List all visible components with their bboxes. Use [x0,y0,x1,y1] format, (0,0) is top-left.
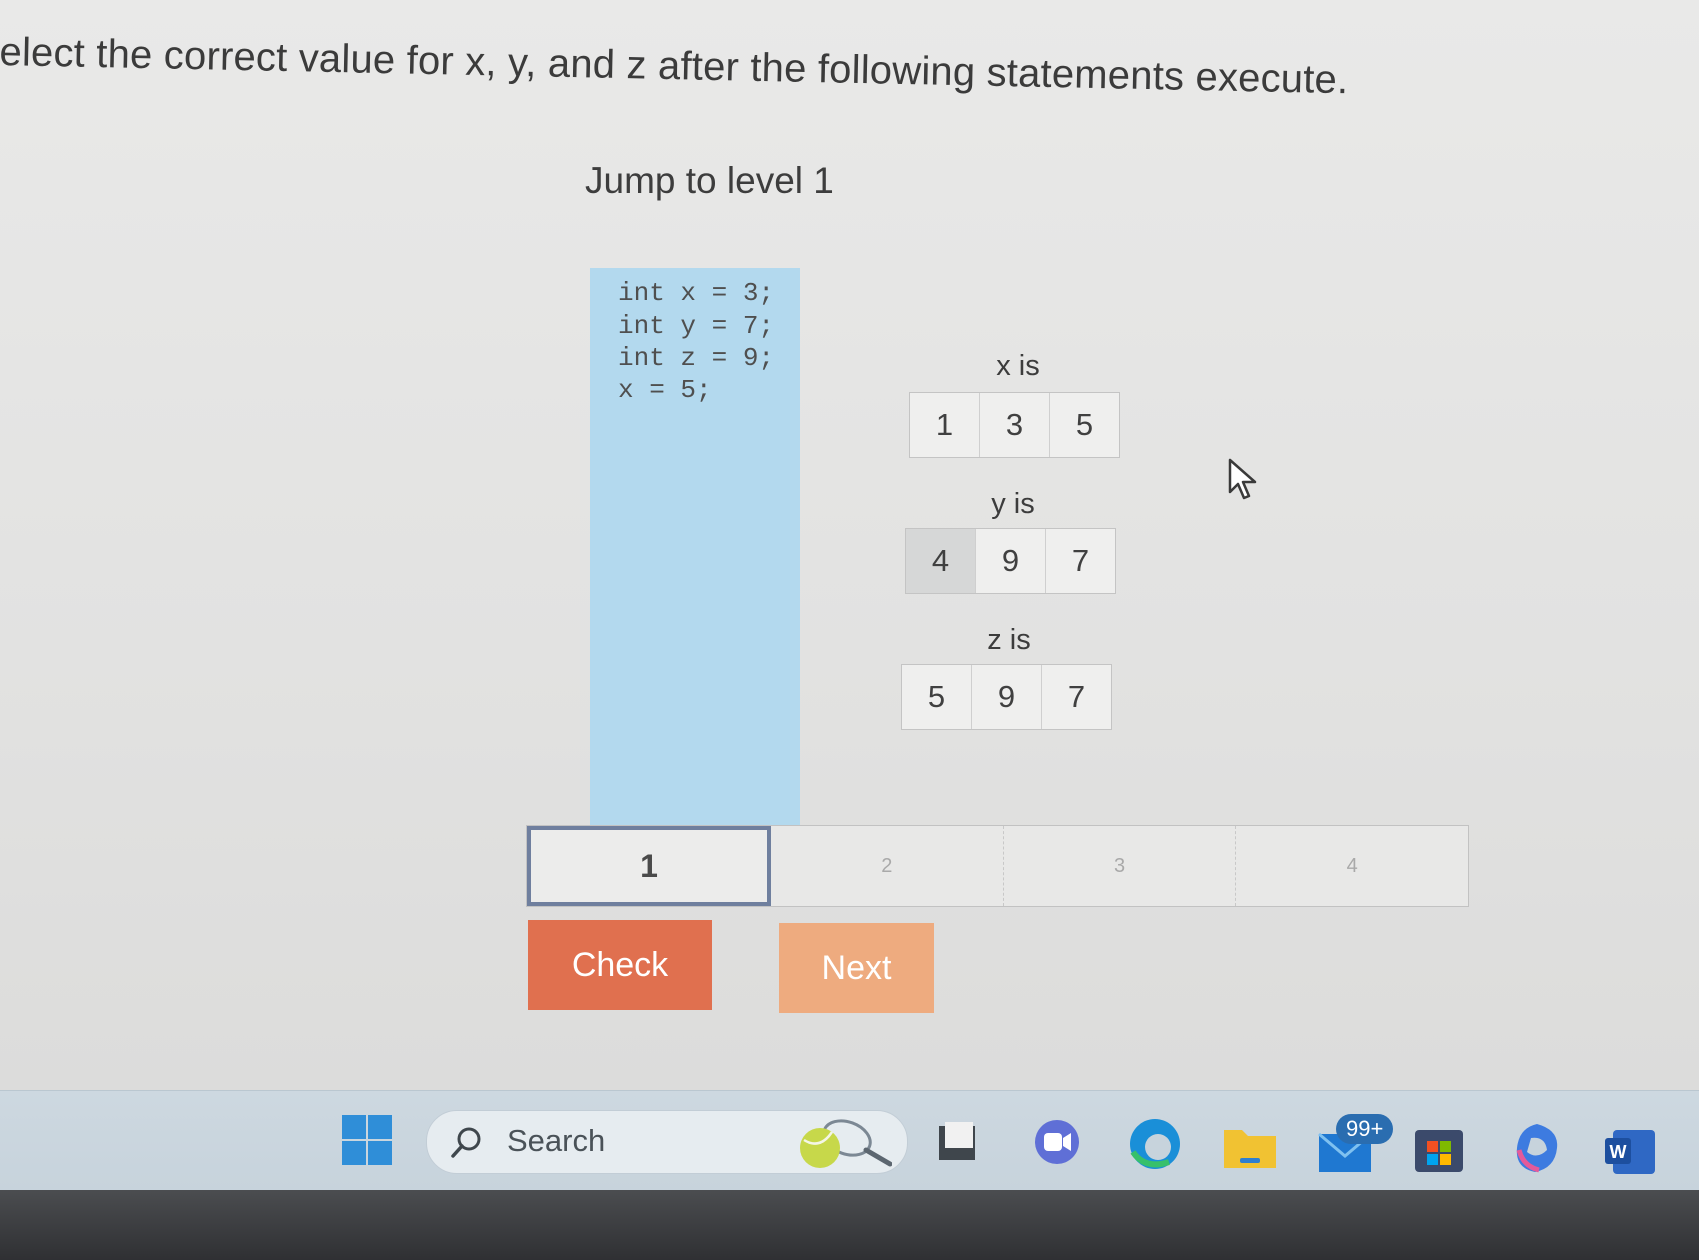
y-choice-option-selected[interactable]: 4 [906,529,976,593]
windows-start-icon[interactable] [339,1112,395,1168]
video-call-icon[interactable] [1031,1118,1083,1168]
code-line: int z = 9; [618,343,775,373]
search-label: Search [507,1123,606,1158]
level-step-current[interactable]: 1 [527,826,771,906]
mouse-pointer-icon [1228,458,1260,507]
tennis-widget-icon[interactable] [792,1112,892,1174]
instruction-text: elect the correct value for x, y, and z … [0,30,1349,103]
y-question-label: y is [991,488,1035,520]
level-progress-bar: 1 2 3 4 [526,825,1469,907]
y-choice-option[interactable]: 7 [1046,529,1115,593]
level-step[interactable]: 2 [771,826,1004,906]
z-choice-option[interactable]: 5 [902,665,972,729]
edge-browser-icon[interactable] [1127,1116,1183,1172]
level-step[interactable]: 4 [1236,826,1468,906]
next-button[interactable]: Next [779,923,934,1013]
z-question-label: z is [987,624,1031,656]
monitor-bezel [0,1190,1699,1260]
x-choice-option[interactable]: 3 [980,393,1050,457]
code-line: int y = 7; [618,311,775,341]
word-icon[interactable]: W [1603,1128,1657,1176]
x-choice-option[interactable]: 5 [1050,393,1119,457]
file-explorer-icon[interactable] [935,1118,979,1166]
z-choice-option[interactable]: 9 [972,665,1042,729]
folder-icon[interactable] [1222,1122,1278,1172]
code-panel: int x = 3; int y = 7; int z = 9; x = 5; [590,268,800,828]
y-choice-group: 4 9 7 [905,528,1116,594]
level-step[interactable]: 3 [1004,826,1237,906]
screen: elect the correct value for x, y, and z … [0,0,1699,1090]
code-line: int x = 3; [618,278,775,308]
search-icon [447,1122,487,1162]
copilot-icon[interactable] [1509,1120,1565,1176]
x-choice-option[interactable]: 1 [910,393,980,457]
z-choice-option[interactable]: 7 [1042,665,1111,729]
y-choice-option[interactable]: 9 [976,529,1046,593]
svg-text:W: W [1610,1142,1627,1162]
store-icon[interactable] [1413,1124,1465,1174]
x-choice-group: 1 3 5 [909,392,1120,458]
check-button[interactable]: Check [528,920,712,1010]
code-line: x = 5; [618,375,712,405]
x-question-label: x is [996,350,1040,382]
level-title[interactable]: Jump to level 1 [585,160,834,202]
mail-unread-badge: 99+ [1336,1114,1394,1144]
z-choice-group: 5 9 7 [901,664,1112,730]
